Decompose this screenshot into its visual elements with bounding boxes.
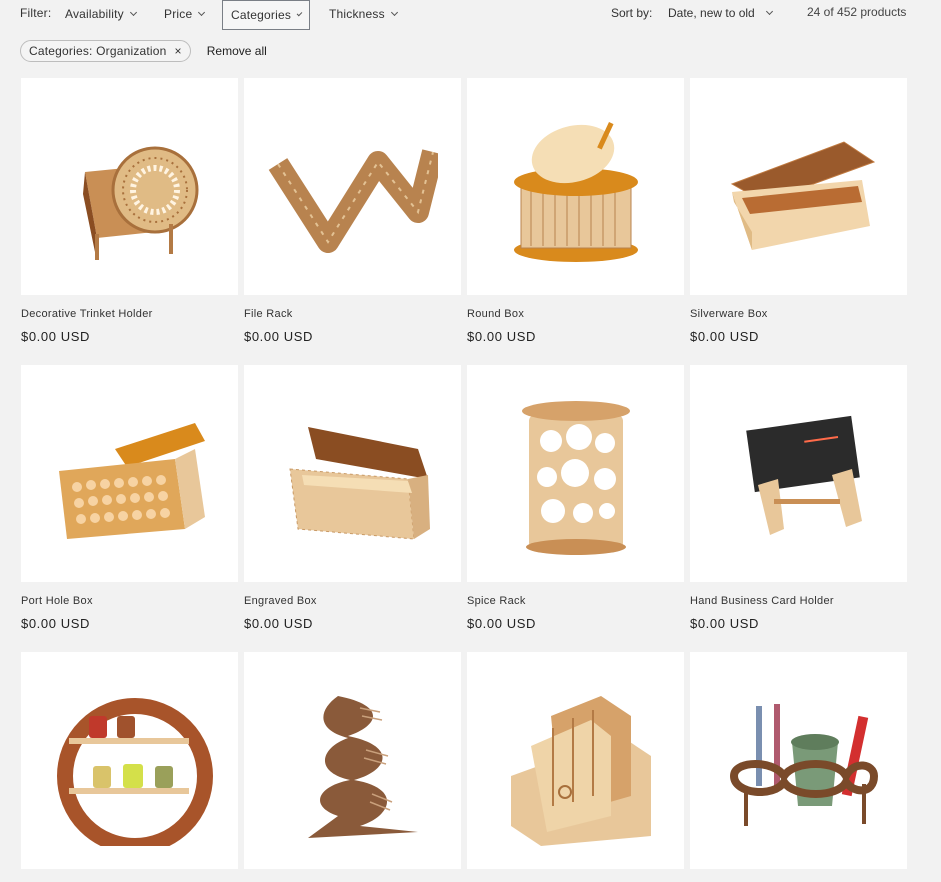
chevron-down-icon — [129, 8, 137, 17]
product-card[interactable]: Engraved Box $0.00 USD — [244, 365, 461, 631]
product-card[interactable] — [467, 652, 684, 882]
filter-thickness-label: Thickness — [329, 7, 385, 21]
product-price: $0.00 USD — [244, 329, 313, 344]
wine-rack-image[interactable] — [244, 652, 461, 869]
filter-price[interactable]: Price — [156, 0, 212, 28]
product-title[interactable]: File Rack — [244, 308, 461, 320]
filter-categories-label: Categories — [231, 8, 292, 22]
product-price: $0.00 USD — [467, 616, 536, 631]
product-title[interactable]: Silverware Box — [690, 308, 907, 320]
product-price: $0.00 USD — [244, 616, 313, 631]
product-card[interactable]: Decorative Trinket Holder $0.00 USD — [21, 78, 238, 344]
filter-categories[interactable]: Categories — [222, 0, 310, 30]
filter-thickness[interactable]: Thickness — [321, 0, 405, 28]
product-card[interactable]: Silverware Box $0.00 USD — [690, 78, 907, 344]
product-title[interactable]: Port Hole Box — [21, 595, 238, 607]
product-card[interactable]: Hand Business Card Holder $0.00 USD — [690, 365, 907, 631]
filter-price-label: Price — [164, 7, 193, 21]
close-icon[interactable]: × — [175, 44, 182, 58]
product-card[interactable]: Spice Rack $0.00 USD — [467, 365, 684, 631]
toothbrush-holder-image[interactable] — [690, 652, 907, 869]
magazine-file-image[interactable] — [467, 652, 684, 869]
product-title[interactable]: Round Box — [467, 308, 684, 320]
filter-label: Filter: — [20, 6, 52, 20]
active-filters: Categories: Organization × Remove all — [20, 39, 267, 63]
filter-availability[interactable]: Availability — [57, 0, 144, 28]
product-card[interactable]: Port Hole Box $0.00 USD — [21, 365, 238, 631]
product-title[interactable]: Engraved Box — [244, 595, 461, 607]
product-price: $0.00 USD — [21, 329, 90, 344]
product-title[interactable]: Hand Business Card Holder — [690, 595, 907, 607]
product-price: $0.00 USD — [467, 329, 536, 344]
product-title[interactable]: Decorative Trinket Holder — [21, 308, 238, 320]
engraved-box-image[interactable] — [244, 365, 461, 582]
product-count: 24 of 452 products — [807, 5, 907, 19]
product-card[interactable] — [21, 652, 238, 882]
product-price: $0.00 USD — [21, 616, 90, 631]
chevron-down-icon — [765, 7, 773, 16]
chevron-down-icon — [198, 8, 206, 17]
sort-selected-value: Date, new to old — [668, 6, 755, 20]
round-box-image[interactable] — [467, 78, 684, 295]
product-card[interactable]: Round Box $0.00 USD — [467, 78, 684, 344]
product-card[interactable]: File Rack $0.00 USD — [244, 78, 461, 344]
remove-all-link[interactable]: Remove all — [207, 44, 267, 58]
filter-availability-label: Availability — [65, 7, 124, 21]
round-spice-rack-image[interactable] — [21, 652, 238, 869]
product-title[interactable]: Spice Rack — [467, 595, 684, 607]
product-card[interactable] — [690, 652, 907, 882]
card-holder-image[interactable] — [690, 365, 907, 582]
file-rack-image[interactable] — [244, 78, 461, 295]
port-hole-box-image[interactable] — [21, 365, 238, 582]
active-filter-chip-label: Categories: Organization — [29, 44, 167, 58]
chevron-down-icon — [390, 8, 398, 17]
spice-rack-image[interactable] — [467, 365, 684, 582]
sort-label: Sort by: — [611, 6, 653, 20]
filter-bar: Filter: Availability Price Categories Th… — [0, 0, 941, 30]
trinket-holder-image[interactable] — [21, 78, 238, 295]
product-price: $0.00 USD — [690, 616, 759, 631]
chevron-down-icon — [296, 10, 303, 17]
sort-select[interactable]: Date, new to old — [664, 0, 776, 26]
active-filter-chip[interactable]: Categories: Organization × — [20, 40, 191, 62]
product-price: $0.00 USD — [690, 329, 759, 344]
silverware-box-image[interactable] — [690, 78, 907, 295]
product-card[interactable] — [244, 652, 461, 882]
